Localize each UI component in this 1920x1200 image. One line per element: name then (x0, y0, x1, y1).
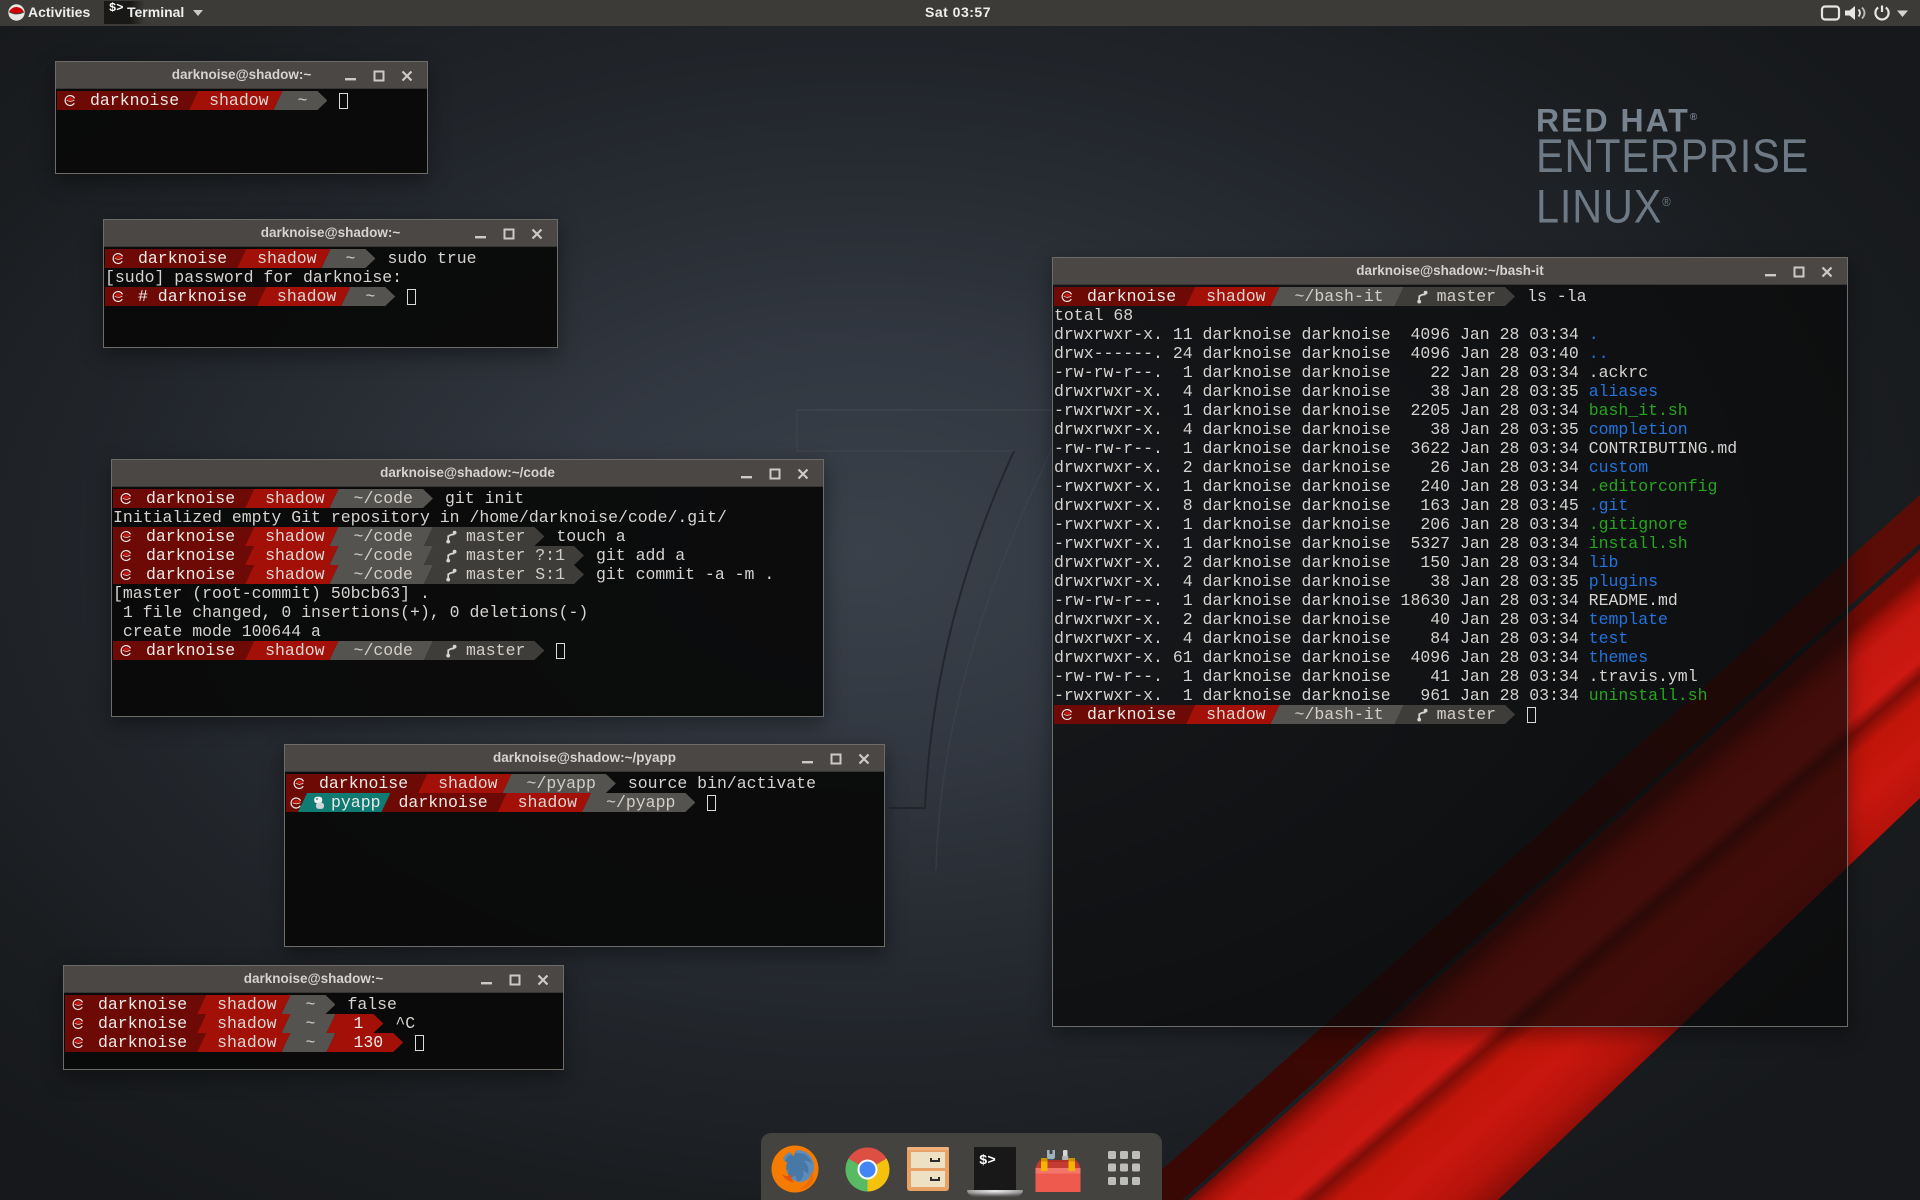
svg-text:$>: $> (979, 1153, 996, 1169)
